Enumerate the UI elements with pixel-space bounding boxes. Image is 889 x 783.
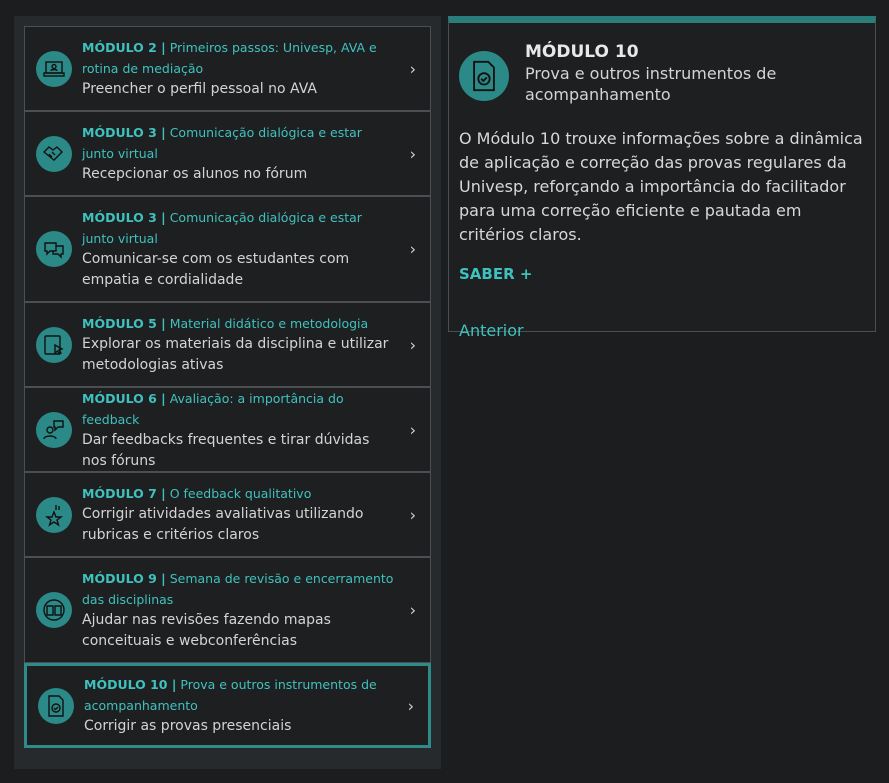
- module-number: MÓDULO 3 |: [82, 210, 166, 225]
- module-number: MÓDULO 9 |: [82, 571, 166, 586]
- module-description: Preencher o perfil pessoal no AVA: [82, 81, 317, 97]
- handshake-icon: [36, 135, 72, 172]
- module-description: Dar feedbacks frequentes e tirar dúvidas…: [82, 431, 370, 469]
- book-cycle-icon: [36, 592, 72, 628]
- module-description: Ajudar nas revisões fazendo mapas concei…: [82, 612, 331, 649]
- module-item-2[interactable]: MÓDULO 2 | Primeiros passos: Univesp, AV…: [24, 26, 431, 111]
- module-description: Recepcionar os alunos no fórum: [82, 166, 308, 182]
- module-item-3b[interactable]: MÓDULO 3 | Comunicação dialógica e estar…: [24, 196, 431, 302]
- module-number: MÓDULO 2 |: [82, 40, 166, 55]
- module-description: Explorar os materiais da disciplina e ut…: [82, 336, 389, 373]
- module-item-3a[interactable]: MÓDULO 3 | Comunicação dialógica e estar…: [24, 111, 431, 196]
- module-detail-panel: MÓDULO 10 Prova e outros instrumentos de…: [448, 16, 876, 340]
- module-item-9[interactable]: MÓDULO 9 | Semana de revisão e encerrame…: [24, 557, 431, 663]
- chevron-right-icon: ›: [409, 144, 416, 163]
- chevron-right-icon: ›: [407, 696, 414, 715]
- module-item-6[interactable]: MÓDULO 6 | Avaliação: a importância do f…: [24, 387, 431, 472]
- chevron-right-icon: ›: [409, 600, 416, 620]
- module-description: Corrigir atividades avaliativas utilizan…: [82, 506, 364, 543]
- chevron-right-icon: ›: [409, 335, 416, 354]
- module-item-5[interactable]: MÓDULO 5 | Material didático e metodolog…: [24, 302, 431, 387]
- chevron-right-icon: ›: [409, 59, 416, 78]
- module-title: Material didático e metodologia: [169, 316, 369, 331]
- chat-bubbles-icon: [36, 231, 72, 267]
- document-check-icon: [459, 51, 509, 101]
- module-description: Corrigir as provas presenciais: [84, 718, 292, 734]
- detail-body: O Módulo 10 trouxe informações sobre a d…: [459, 129, 863, 244]
- tablet-pointer-icon: [36, 326, 72, 363]
- chevron-right-icon: ›: [409, 239, 416, 259]
- module-number: MÓDULO 6 |: [82, 390, 166, 406]
- module-description: Comunicar-se com os estudantes com empat…: [82, 251, 350, 288]
- module-number: MÓDULO 7 |: [82, 486, 166, 501]
- module-title: O feedback qualitativo: [169, 486, 312, 501]
- module-list: MÓDULO 2 | Primeiros passos: Univesp, AV…: [14, 16, 441, 769]
- module-item-7[interactable]: MÓDULO 7 | O feedback qualitativo Corrig…: [24, 472, 431, 557]
- module-number: MÓDULO 3 |: [82, 125, 166, 140]
- module-number: MÓDULO 5 |: [82, 316, 166, 331]
- module-number: MÓDULO 10 |: [84, 677, 177, 692]
- document-check-icon: [38, 687, 74, 724]
- saber-mais-link[interactable]: SABER +: [459, 265, 865, 283]
- laptop-user-icon: [36, 50, 72, 87]
- module-item-10[interactable]: MÓDULO 10 | Prova e outros instrumentos …: [24, 663, 431, 748]
- chevron-right-icon: ›: [409, 505, 416, 524]
- person-speech-icon: [36, 411, 72, 448]
- chevron-right-icon: ›: [409, 420, 416, 439]
- detail-title: MÓDULO 10: [525, 42, 639, 62]
- hand-star-icon: [36, 496, 72, 533]
- detail-subtitle: Prova e outros instrumentos de acompanha…: [525, 64, 777, 104]
- previous-link[interactable]: Anterior: [459, 321, 865, 340]
